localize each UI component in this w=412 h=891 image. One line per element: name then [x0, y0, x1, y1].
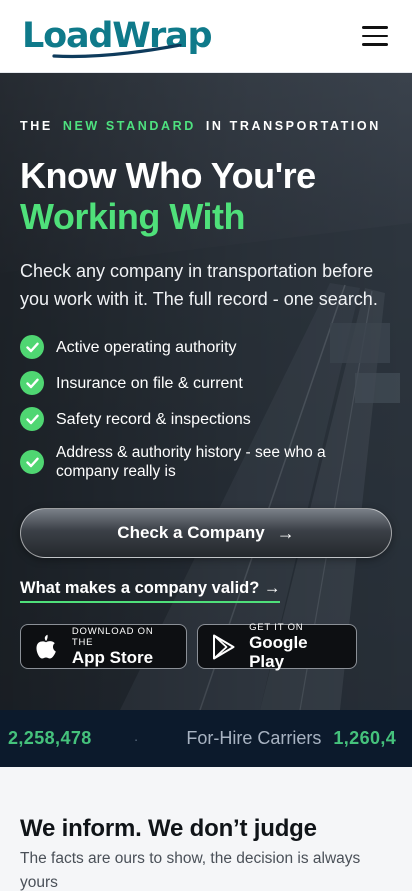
feature-list: Active operating authority Insurance on …: [20, 335, 392, 493]
hero-eyebrow: THE NEW STANDARD IN TRANSPORTATION: [20, 119, 381, 133]
check-icon: [20, 407, 44, 431]
google-play-text: GET IT ON Google Play: [249, 622, 344, 671]
logo-swoosh-icon: [52, 44, 182, 59]
what-makes-valid-link[interactable]: What makes a company valid? →: [20, 579, 281, 603]
check-icon: [20, 450, 44, 474]
google-play-button[interactable]: GET IT ON Google Play: [197, 622, 357, 671]
hero-title: Know Who You're Working With: [20, 155, 316, 237]
eyebrow-highlight: NEW STANDARD: [62, 119, 196, 133]
feature-item: Active operating authority: [20, 335, 392, 359]
section-title: We inform. We don’t judge: [20, 815, 317, 842]
section-subtitle: The facts are ours to show, the decision…: [20, 850, 361, 891]
feature-label: Active operating authority: [56, 338, 237, 356]
ticker-label: For-Hire Carriers: [186, 728, 322, 748]
hero-subtitle: Check any company in transportation befo…: [20, 261, 378, 309]
feature-item: Address & authority history - see who a …: [20, 443, 392, 481]
inform-section: We inform. We don’t judge The facts are …: [0, 767, 412, 891]
feature-label: Address & authority history - see who a …: [56, 444, 326, 480]
feature-label: Safety record & inspections: [56, 410, 251, 428]
site-header: LoadWrap: [0, 0, 412, 73]
hero-section: THE NEW STANDARD IN TRANSPORTATION Know Wh…: [0, 73, 412, 710]
app-store-button[interactable]: DOWNLOAD ON THE App Store: [20, 624, 187, 669]
arrow-right-icon: →: [276, 522, 295, 543]
app-store-small-text: DOWNLOAD ON THE: [71, 626, 154, 648]
loadwrap-logo[interactable]: LoadWrap: [22, 14, 232, 59]
google-play-big-text: Google Play: [249, 633, 308, 671]
feature-item: Insurance on file & current: [20, 371, 392, 395]
feature-item: Safety record & inspections: [20, 407, 392, 431]
hamburger-menu-icon[interactable]: [362, 26, 388, 46]
google-play-small-text: GET IT ON: [249, 622, 304, 633]
app-store-text: DOWNLOAD ON THE App Store: [72, 626, 174, 667]
google-play-icon: [210, 633, 237, 661]
app-store-badges: DOWNLOAD ON THE App Store GET IT ON Goog…: [20, 622, 357, 671]
eyebrow-suffix: IN TRANSPORTATION: [205, 119, 381, 133]
check-company-button[interactable]: Check a Company →: [20, 508, 392, 558]
apple-icon: [33, 633, 60, 661]
check-icon: [20, 371, 44, 395]
eyebrow-prefix: THE: [20, 119, 53, 133]
feature-label: Insurance on file & current: [56, 374, 243, 392]
hero-title-line2: Working With: [20, 196, 245, 237]
hero-title-line1: Know Who You're: [20, 155, 316, 196]
ticker-separator: ·: [133, 730, 139, 747]
stats-ticker: 2,258,478 · For-Hire Carriers 1,260,4: [0, 710, 412, 767]
check-icon: [20, 335, 44, 359]
ticker-track: 2,258,478 · For-Hire Carriers 1,260,4: [8, 728, 396, 749]
ticker-value: 1,260,4: [333, 728, 397, 748]
check-company-label: Check a Company: [117, 523, 265, 542]
app-store-big-text: App Store: [71, 648, 154, 667]
ticker-value: 2,258,478: [8, 728, 92, 748]
